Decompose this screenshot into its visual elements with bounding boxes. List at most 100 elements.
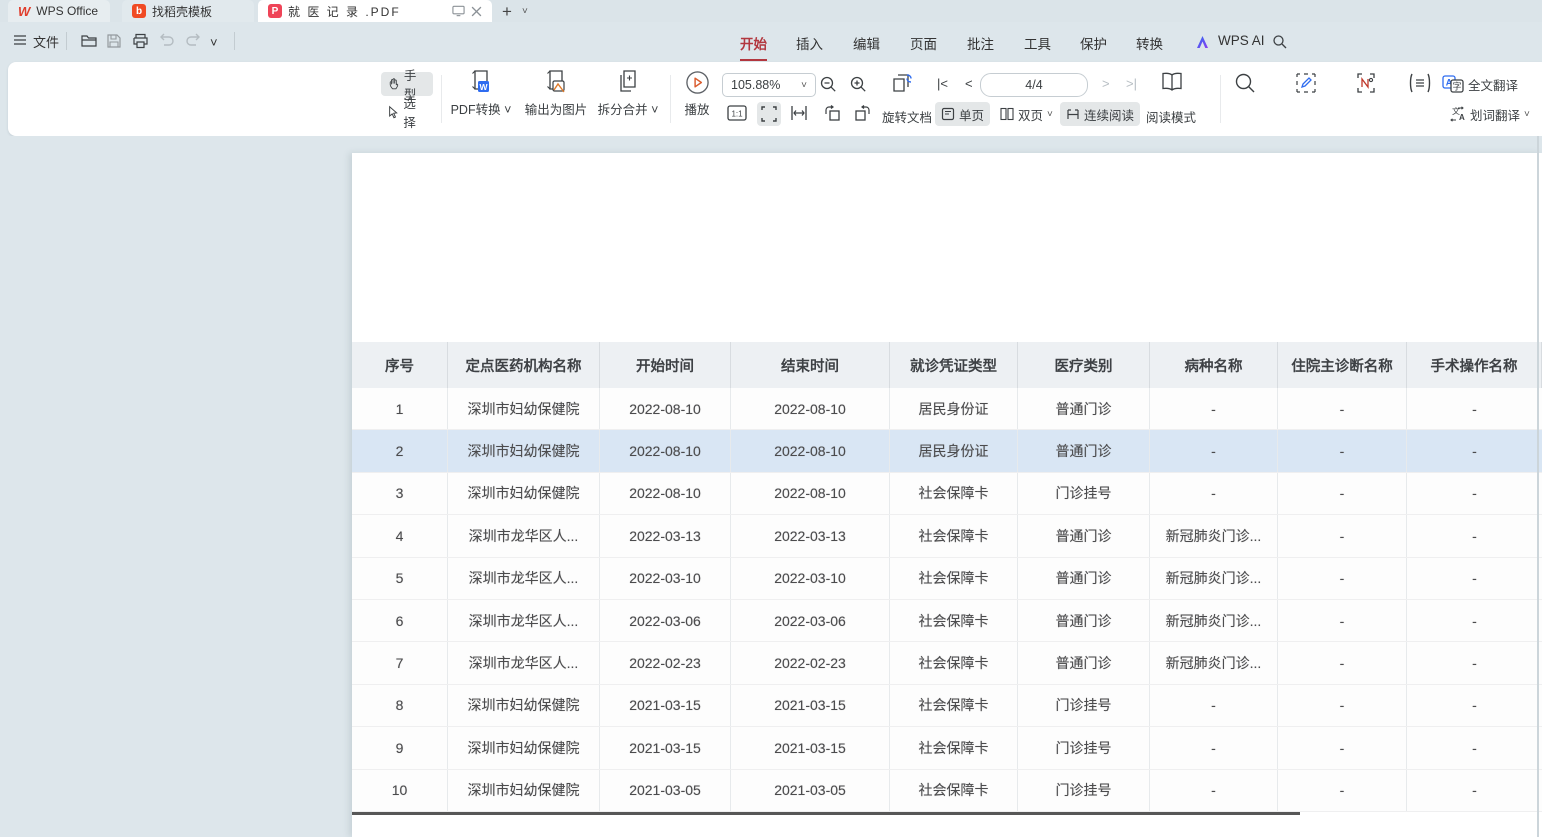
fit-page-icon[interactable] [757,102,781,126]
file-menu[interactable]: 文件 [33,32,59,51]
first-page-icon[interactable]: |< [937,76,948,91]
play-button[interactable]: 播放 [673,70,721,118]
table-cell: 10 [352,770,448,811]
rotate-left-icon[interactable] [823,104,842,122]
find-replace-icon[interactable] [1234,72,1256,94]
single-page-button[interactable]: 单页 [935,102,990,126]
menu-tab-convert[interactable]: 转换 [1136,33,1163,59]
table-row[interactable]: 3深圳市妇幼保健院2022-08-102022-08-10社会保障卡门诊挂号--… [352,473,1542,515]
menu-tab-page[interactable]: 页面 [910,33,937,59]
table-cell: 深圳市妇幼保健院 [448,430,600,471]
split-merge-button[interactable]: 拆分合并 ˅ [586,69,670,118]
double-page-button[interactable]: 双页 ˅ [994,102,1059,126]
search-icon[interactable] [1272,34,1287,49]
table-cell: 社会保障卡 [890,685,1018,726]
table-row[interactable]: 7深圳市龙华区人...2022-02-232022-02-23社会保障卡普通门诊… [352,642,1542,684]
full-text-translate-button[interactable]: A字 全文翻译 [1436,72,1524,96]
undo-icon[interactable] [158,33,174,47]
select-tool-button[interactable]: 选择 [381,100,433,124]
word-translate-button[interactable]: 文A 划词翻译 ˅ [1442,102,1536,126]
table-cell: - [1150,430,1278,471]
zoom-in-icon[interactable] [850,76,867,93]
table-cell: - [1278,770,1407,811]
table-cell: 深圳市龙华区人... [448,558,600,599]
edit-content-icon[interactable] [1295,72,1317,94]
table-cell: - [1150,770,1278,811]
page-indicator-input[interactable]: 4/4 [980,73,1088,97]
fit-width-icon[interactable] [789,104,809,122]
menu-tab-tools[interactable]: 工具 [1024,33,1051,59]
next-page-icon[interactable]: > [1102,76,1110,91]
table-row[interactable]: 9深圳市妇幼保健院2021-03-152021-03-15社会保障卡门诊挂号--… [352,727,1542,769]
table-cell: - [1278,600,1407,641]
table-cell: 2022-02-23 [600,642,731,683]
zoom-out-icon[interactable] [820,76,837,93]
table-row[interactable]: 2深圳市妇幼保健院2022-08-102022-08-10居民身份证普通门诊--… [352,430,1542,472]
menu-tab-wps-ai[interactable]: WPS AI [1218,33,1265,54]
pdf-page[interactable]: 序号定点医药机构名称开始时间结束时间就诊凭证类型医疗类别病种名称住院主诊断名称手… [352,153,1542,837]
zoom-level-select[interactable]: 105.88%˅ [722,73,816,97]
rotate-right-icon[interactable] [853,104,872,122]
rotate-document-label[interactable]: 旋转文档 [882,107,932,126]
table-cell: - [1278,558,1407,599]
tab-docer-templates[interactable]: b 找稻壳模板 [122,0,254,22]
table-cell: 2022-08-10 [731,430,890,471]
table-cell: 1 [352,388,448,429]
table-header-cell: 序号 [352,342,448,388]
menu-tab-comment[interactable]: 批注 [967,33,994,59]
export-image-icon [544,69,568,95]
actual-size-icon[interactable]: 1:1 [727,104,747,122]
table-row[interactable]: 8深圳市妇幼保健院2021-03-152021-03-15社会保障卡门诊挂号--… [352,685,1542,727]
table-row[interactable]: 1深圳市妇幼保健院2022-08-102022-08-10居民身份证普通门诊--… [352,388,1542,430]
titlebar: W WPS Office b 找稻壳模板 P 就 医 记 录 .PDF + ˅ [0,0,1542,22]
table-cell: 门诊挂号 [1018,685,1150,726]
table-row[interactable]: 6深圳市龙华区人...2022-03-062022-03-06社会保障卡普通门诊… [352,600,1542,642]
vertical-scrollbar[interactable] [1537,136,1539,837]
print-icon[interactable] [132,33,149,49]
medical-record-table: 序号定点医药机构名称开始时间结束时间就诊凭证类型医疗类别病种名称住院主诊断名称手… [352,342,1542,812]
table-cell: 深圳市龙华区人... [448,600,600,641]
last-page-icon[interactable]: >| [1126,76,1137,91]
reading-mode-label[interactable]: 阅读模式 [1146,107,1196,126]
open-file-icon[interactable] [80,33,98,49]
continuous-reading-button[interactable]: 连续阅读 [1060,102,1140,126]
tab-wps-office[interactable]: W WPS Office [8,0,110,22]
tab-pdf-document[interactable]: P 就 医 记 录 .PDF [258,0,492,22]
tab-list-chevron-icon[interactable]: ˅ [522,6,528,17]
menu-tab-home[interactable]: 开始 [740,33,767,61]
menu-tab-insert[interactable]: 插入 [796,33,823,59]
table-cell: 6 [352,600,448,641]
table-cell: - [1278,685,1407,726]
compress-icon[interactable] [1408,72,1432,94]
table-cell: 深圳市妇幼保健院 [448,473,600,514]
redo-icon[interactable] [186,33,202,47]
reading-mode-icon[interactable] [1160,71,1184,93]
menu-tab-protect[interactable]: 保护 [1080,33,1107,59]
table-cell: 普通门诊 [1018,642,1150,683]
table-cell: - [1407,727,1542,768]
full-translate-icon: A字 [1442,75,1464,93]
table-cell: 社会保障卡 [890,770,1018,811]
table-cell: - [1278,388,1407,429]
new-tab-button[interactable]: + [502,3,512,20]
table-row[interactable]: 10深圳市妇幼保健院2021-03-052021-03-05社会保障卡门诊挂号-… [352,770,1542,812]
hamburger-menu-icon[interactable] [13,34,27,46]
menu-tab-edit[interactable]: 编辑 [853,33,880,59]
screen-share-icon[interactable] [452,5,465,17]
table-cell: 深圳市龙华区人... [448,642,600,683]
table-cell: 门诊挂号 [1018,770,1150,811]
table-header-cell: 住院主诊断名称 [1278,342,1407,388]
menubar: 文件 ˅ 开始 插入 编辑 页面 批注 工具 保护 转换 WPS AI [0,22,1542,62]
table-row[interactable]: 4深圳市龙华区人...2022-03-132022-03-13社会保障卡普通门诊… [352,515,1542,557]
table-cell: 新冠肺炎门诊... [1150,558,1278,599]
pdf-convert-button[interactable]: W PDF转换 ˅ [442,69,520,118]
save-icon[interactable] [106,33,122,49]
table-row[interactable]: 5深圳市龙华区人...2022-03-102022-03-10社会保障卡普通门诊… [352,558,1542,600]
quick-access-chevron-icon[interactable]: ˅ [210,35,218,50]
table-cell: 2022-08-10 [600,430,731,471]
screenshot-compare-icon[interactable] [1355,72,1377,94]
previous-page-icon[interactable]: < [965,76,973,91]
close-tab-icon[interactable] [471,6,482,17]
rotate-document-icon[interactable] [890,73,914,95]
table-cell: 社会保障卡 [890,473,1018,514]
